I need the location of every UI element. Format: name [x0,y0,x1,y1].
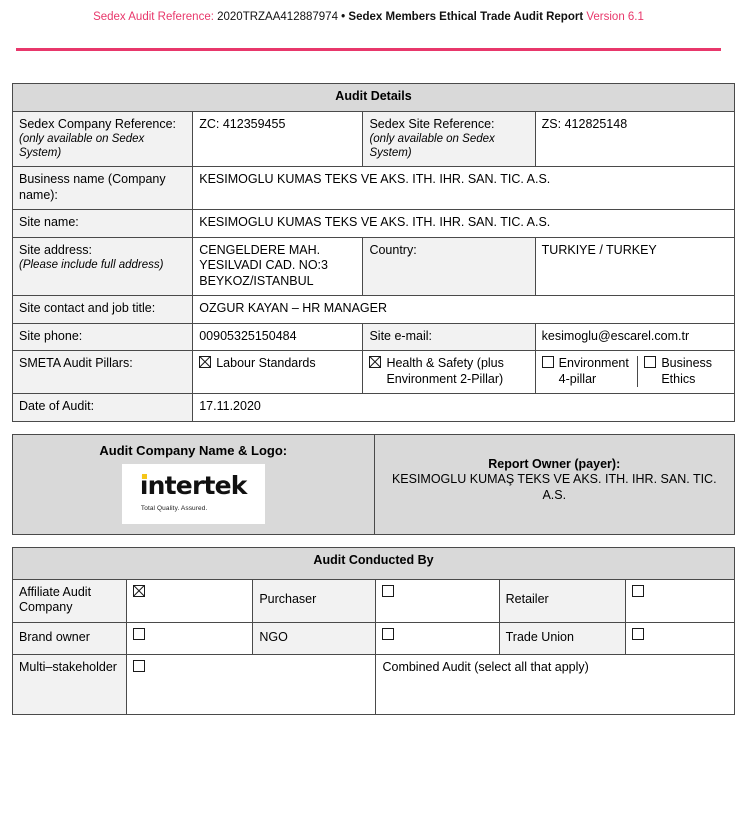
pillar-checkbox-health-safety[interactable] [369,356,382,368]
table-row: Brand owner NGO Trade Union [11,621,736,655]
pillar-label-labour: Labour Standards [216,356,316,370]
site-ref-label: Sedex Site Reference: [369,116,495,131]
purchaser-checkbox[interactable] [382,584,395,597]
header-ref-label: Sedex Audit Reference: [93,11,214,23]
retailer-checkbox[interactable] [631,584,644,597]
purchaser-label: Purchaser [252,578,377,623]
audit-details-band: Audit Details [12,83,735,112]
retailer-cell[interactable] [624,578,736,623]
site-name-label: Site name: [11,209,194,238]
date-of-audit-value[interactable]: 17.11.2020 [192,393,735,422]
site-ref-label-cell: Sedex Site Reference: (only available on… [362,110,536,167]
table-row: Multi–stakeholder Combined Audit (select… [11,653,735,715]
audit-company-row: Audit Company Name & Logo: intertek Tota… [12,433,735,535]
audit-company-table: Audit Company Name & Logo: intertek Tota… [12,433,735,535]
header-report-title: Sedex Members Ethical Trade Audit Report [348,11,584,23]
site-address-note: (Please include full address) [19,259,164,271]
pillar-checkbox-business-ethics[interactable] [644,356,657,368]
business-name-label: Business name (Company name): [11,166,194,210]
company-ref-label: Sedex Company Reference: [19,116,177,131]
header-version: Version 6.1 [586,11,644,23]
pillar-checkbox-environment[interactable] [541,356,554,368]
audit-company-title: Audit Company Name & Logo: [99,442,288,458]
affiliate-audit-company-label: Affiliate Audit Company [11,578,128,623]
business-name-row: Business name (Company name): KESIMOGLU … [11,166,735,210]
intertek-tagline: Total Quality. Assured. [140,505,208,512]
site-address-label: Site address: [19,242,92,257]
brand-owner-cell[interactable] [126,621,254,655]
pillar-label-environment: Environment 4-pillar [558,356,629,386]
conducted-by-band-row: Audit Conducted By [12,546,735,580]
pillar-cell-labour[interactable]: Labour Standards [192,350,364,394]
pillar-checkbox-labour[interactable] [199,356,212,368]
spacer-after-details [0,422,737,434]
site-phone-row: Site phone: 00905325150484 Site e-mail: … [11,322,736,351]
report-owner-cell: Report Owner (payer): KESIMOGLU KUMAŞ TE… [373,433,735,535]
trade-union-label: Trade Union [498,621,626,655]
company-ref-label-cell: Sedex Company Reference: (only available… [11,110,194,167]
site-phone-label: Site phone: [11,322,194,351]
smeta-pillars-label: SMETA Audit Pillars: [11,350,194,394]
retailer-label: Retailer [498,578,626,623]
business-name-value[interactable]: KESIMOGLU KUMAS TEKS VE AKS. ITH. IHR. S… [192,166,735,210]
ngo-cell[interactable] [375,621,500,655]
site-ref-note: (only available on Sedex System) [369,133,495,159]
audit-conducted-by-table: Audit Conducted By Affiliate Audit Compa… [11,546,736,715]
date-of-audit-row: Date of Audit: 17.11.2020 [11,393,735,422]
intertek-dot-icon [142,474,147,479]
brand-owner-label: Brand owner [11,621,128,655]
site-email-value[interactable]: kesimoglu@escarel.com.tr [534,322,736,351]
pillar-cell-environment-ethics[interactable]: Environment 4-pillar Business Ethics [534,350,736,394]
site-phone-value[interactable]: 00905325150484 [192,322,364,351]
site-contact-row: Site contact and job title: OZGUR KAYAN … [11,295,735,324]
report-owner-title: Report Owner (payer): [488,456,621,471]
site-name-row: Site name: KESIMOGLU KUMAS TEKS VE AKS. … [11,209,735,238]
pillar-label-business-ethics: Business Ethics [661,356,713,386]
spacer-after-header [0,51,737,83]
trade-union-cell[interactable] [624,621,736,655]
company-ref-value-cell[interactable]: ZC: 412359455 [192,110,364,167]
affiliate-audit-company-cell[interactable] [126,578,254,623]
site-address-label-cell: Site address: (Please include full addre… [11,236,194,296]
site-address-value[interactable]: CENGELDERE MAH. YESILVADI CAD. NO:3 BEYK… [192,236,364,296]
site-ref-value-cell[interactable]: ZS: 412825148 [534,110,736,167]
ngo-label: NGO [252,621,377,655]
intertek-wordmark: intertek [139,471,248,500]
intertek-logo: intertek Total Quality. Assured. [121,464,265,524]
site-contact-label: Site contact and job title: [11,295,194,324]
site-email-label: Site e-mail: [362,322,536,351]
table-row: Affiliate Audit Company Purchaser Retail… [11,578,736,623]
conducted-by-band: Audit Conducted By [12,546,735,580]
audit-details-table: Audit Details Sedex Company Reference: (… [11,83,736,422]
header-ref-value: 2020TRZAA412887974 [217,11,338,23]
audit-details-band-row: Audit Details [12,83,735,112]
brand-owner-checkbox[interactable] [133,627,146,640]
site-address-row: Site address: (Please include full addre… [11,236,736,296]
company-ref-note: (only available on Sedex System) [19,133,145,159]
report-owner-value: KESIMOGLU KUMAŞ TEKS VE AKS. ITH. IHR. S… [391,472,717,502]
trade-union-checkbox[interactable] [631,627,644,640]
header-separator: • [341,11,346,23]
smeta-pillars-row: SMETA Audit Pillars: Labour Standards He… [11,350,736,394]
multi-stakeholder-label: Multi–stakeholder [11,653,128,715]
purchaser-cell[interactable] [375,578,500,623]
spacer-after-logo [0,535,737,547]
site-contact-value[interactable]: OZGUR KAYAN – HR MANAGER [192,295,735,324]
audit-company-cell: Audit Company Name & Logo: intertek Tota… [12,433,375,535]
multi-stakeholder-cell[interactable] [126,653,377,715]
country-label: Country: [362,236,536,296]
intertek-logo-text: intertek [139,471,248,500]
date-of-audit-label: Date of Audit: [11,393,194,422]
sedex-reference-row: Sedex Company Reference: (only available… [11,110,736,167]
combined-audit-cell: Combined Audit (select all that apply) [375,653,735,715]
page-header: Sedex Audit Reference: 2020TRZAA41288797… [0,0,737,24]
pillar-label-health-safety: Health & Safety (plus Environment 2-Pill… [386,356,504,386]
pillar-cell-health-safety[interactable]: Health & Safety (plus Environment 2-Pill… [362,350,536,394]
ngo-checkbox[interactable] [382,627,395,640]
site-name-value[interactable]: KESIMOGLU KUMAS TEKS VE AKS. ITH. IHR. S… [192,209,735,238]
affiliate-audit-company-checkbox[interactable] [133,584,146,597]
country-value[interactable]: TURKIYE / TURKEY [534,236,736,296]
multi-stakeholder-checkbox[interactable] [133,659,146,672]
